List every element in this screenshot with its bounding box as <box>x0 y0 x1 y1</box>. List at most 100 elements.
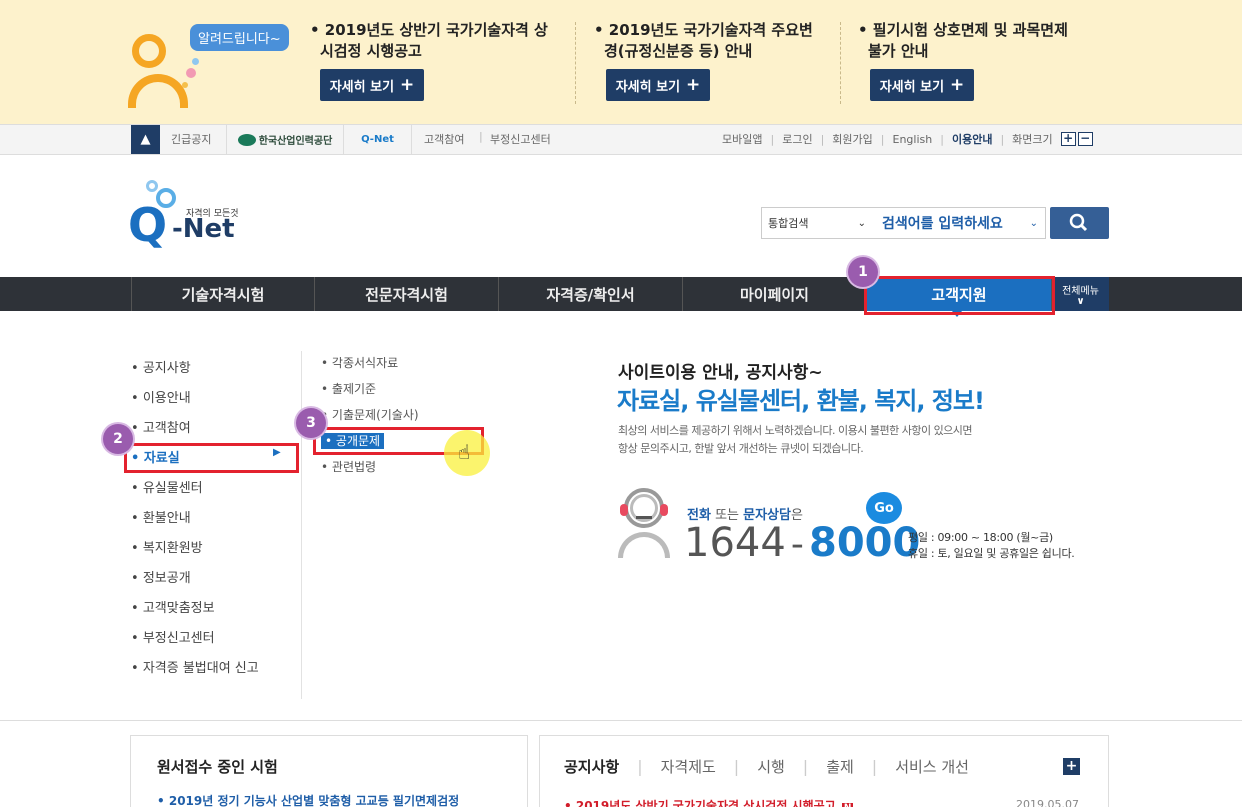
plus-icon: + <box>950 75 965 95</box>
menu-item-disclosure[interactable]: • 정보공개 <box>131 567 299 597</box>
logo-bubble-icon <box>146 180 158 192</box>
submenu-criteria[interactable]: • 출제기준 <box>321 380 481 406</box>
notice-banner: 알려드립니다~ • 2019년도 상반기 국가기술자격 상 시검정 시행공고 자… <box>0 0 1242 124</box>
signup-link[interactable]: 회원가입 <box>832 131 872 147</box>
menu-item-custom-info[interactable]: • 고객맞춤정보 <box>131 597 299 627</box>
step-badge-3: 3 <box>296 408 326 438</box>
all-menu-button[interactable]: 전체메뉴 ∨ <box>1052 277 1109 311</box>
notice-title-line1[interactable]: • 2019년도 국가기술자격 주요변 <box>594 20 834 41</box>
divider <box>575 22 576 104</box>
highlight-box-1 <box>864 276 1055 315</box>
hrdk-logo-icon <box>237 133 256 146</box>
menu-divider <box>301 351 302 699</box>
notice-detail-button-3[interactable]: 자세히 보기 + <box>870 69 974 101</box>
menu-item-refund[interactable]: • 환불안내 <box>131 507 299 537</box>
urgent-notice-link[interactable]: 긴급공지 <box>171 131 211 147</box>
detail-button-label: 자세히 보기 <box>615 79 681 95</box>
open-applications-box: 원서접수 중인 시험 • 2019년 정기 기능사 산업별 맞춤형 고교등 필기… <box>130 735 528 807</box>
global-nav: 기술자격시험 전문자격시험 자격증/확인서 마이페이지 고객지원 전체메뉴 ∨ <box>0 277 1242 311</box>
menu-item-fraud-center[interactable]: • 부정신고센터 <box>131 627 299 657</box>
fraud-report-link[interactable]: 부정신고센터 <box>490 131 551 147</box>
notice-title-line2[interactable]: 시검정 시행공고 <box>310 41 560 62</box>
gnb-mypage[interactable]: 마이페이지 <box>683 277 867 311</box>
search-button[interactable] <box>1050 207 1109 239</box>
notice-title-line1[interactable]: • 2019년도 상반기 국가기술자격 상 <box>310 20 560 41</box>
chevron-down-icon: ⌄ <box>857 217 866 229</box>
phone-number: 1644 - 8000 <box>684 520 921 566</box>
qnet-link[interactable]: Q-Net <box>344 125 412 154</box>
zoom-in-button[interactable]: + <box>1060 132 1076 146</box>
notice-item-2: • 2019년도 국가기술자격 주요변 경(규정신분증 등) 안내 <box>594 20 834 62</box>
logo-q: Q <box>128 198 168 252</box>
tab-service[interactable]: 서비스 개선 <box>895 756 969 777</box>
search-scope-select[interactable]: 통합검색 ⌄ <box>762 208 872 238</box>
gnb-pro-cert[interactable]: 전문자격시험 <box>315 277 499 311</box>
new-badge: N <box>841 803 854 807</box>
step-badge-1: 1 <box>848 257 878 287</box>
notice-title-line2[interactable]: 불가 안내 <box>858 41 1108 62</box>
zoom-out-button[interactable]: − <box>1077 132 1093 146</box>
english-link[interactable]: English <box>893 133 933 146</box>
notice-detail-button-1[interactable]: 자세히 보기 + <box>320 69 424 101</box>
hrdk-link[interactable]: 한국산업인력공단 <box>226 125 344 154</box>
search-icon <box>1069 213 1088 232</box>
headset-icon <box>616 486 674 558</box>
notice-item-3: • 필기시험 상호면제 및 과목면제 불가 안내 <box>858 20 1108 62</box>
mascot-icon <box>128 30 199 110</box>
go-label: Go <box>874 500 894 516</box>
search-input[interactable]: 검색어를 입력하세요 ⌄ <box>874 208 1046 238</box>
more-button[interactable]: + <box>1063 758 1080 775</box>
gnb-tech-cert[interactable]: 기술자격시험 <box>131 277 315 311</box>
tab-questions[interactable]: 출제 <box>826 756 854 777</box>
screen-size-label: 화면크기 <box>1012 133 1053 146</box>
open-application-item[interactable]: • 2019년 정기 기능사 산업별 맞춤형 고교등 필기면제검정 <box>157 792 459 807</box>
promo-headline: 자료실, 유실물센터, 환불, 복지, 정보! <box>617 387 985 415</box>
separator: | <box>479 130 483 143</box>
search-scope-label: 통합검색 <box>768 217 809 230</box>
tab-notice[interactable]: 공지사항 <box>564 756 619 777</box>
search-box: 통합검색 ⌄ 검색어를 입력하세요 ⌄ <box>761 207 1046 239</box>
highlight-box-2 <box>124 443 299 473</box>
menu-item-welfare[interactable]: • 복지환원방 <box>131 537 299 567</box>
login-link[interactable]: 로그인 <box>782 131 812 147</box>
qnet-label: Q-Net <box>361 134 394 145</box>
hours-weekday: 평일 : 09:00 ~ 18:00 (월~금) <box>908 531 1053 544</box>
logo-name: -Net <box>172 214 235 244</box>
mobile-app-link[interactable]: 모바일앱 <box>722 131 762 147</box>
step-badge-2: 2 <box>103 424 133 454</box>
notice-title-line1[interactable]: • 필기시험 상호면제 및 과목면제 <box>858 20 1108 41</box>
customer-participation-link[interactable]: 고객참여 <box>424 131 464 147</box>
usage-guide-link[interactable]: 이용안내 <box>952 131 992 147</box>
notice-detail-button-2[interactable]: 자세히 보기 + <box>606 69 710 101</box>
collapse-banner-button[interactable]: ▲ <box>131 125 160 154</box>
utility-bar: ▲ 긴급공지 한국산업인력공단 Q-Net 고객참여 | 부정신고센터 모바일앱… <box>0 124 1242 155</box>
notice-tabs: 공지사항 | 자격제도 | 시행 | 출제 | 서비스 개선 <box>564 756 969 777</box>
search-placeholder: 검색어를 입력하세요 <box>882 216 1003 232</box>
menu-item-guide[interactable]: • 이용안내 <box>131 387 299 417</box>
notice-title-line2[interactable]: 경(규정신분증 등) 안내 <box>594 41 834 62</box>
menu-item-illegal-lending[interactable]: • 자격증 불법대여 신고 <box>131 657 299 687</box>
gnb-certificate[interactable]: 자격증/확인서 <box>499 277 683 311</box>
menu-item-notice[interactable]: • 공지사항 <box>131 357 299 387</box>
mascot-bubble: 알려드립니다~ <box>190 24 289 51</box>
hand-cursor-icon: ☝ <box>458 440 471 464</box>
all-menu-label: 전체메뉴 <box>1062 285 1099 297</box>
submenu-forms[interactable]: • 각종서식자료 <box>321 354 481 380</box>
chevron-down-icon: ⌄ <box>1029 217 1038 229</box>
open-applications-title: 원서접수 중인 시험 <box>157 758 278 776</box>
promo-heading: 사이트이용 안내, 공지사항~ <box>618 363 823 383</box>
tab-system[interactable]: 자격제도 <box>661 756 716 777</box>
qnet-logo[interactable]: Q 자격의 모든것 -Net <box>128 178 248 254</box>
tab-implementation[interactable]: 시행 <box>757 756 785 777</box>
promo-desc-1: 최상의 서비스를 제공하기 위해서 노력하겠습니다. 이용시 불편한 사항이 있… <box>618 424 973 437</box>
notice-tabs-box: 공지사항 | 자격제도 | 시행 | 출제 | 서비스 개선 + • 2019년도 상반… <box>539 735 1109 807</box>
notice-list-item[interactable]: • 2019년도 상반기 국가기술자격 상시검정 시행공고 N <box>564 797 854 807</box>
notice-item-1: • 2019년도 상반기 국가기술자격 상 시검정 시행공고 <box>310 20 560 62</box>
plus-icon: + <box>686 75 701 95</box>
detail-button-label: 자세히 보기 <box>879 79 945 95</box>
notice-date: 2019.05.07 <box>1016 798 1079 807</box>
menu-level1: • 공지사항 • 이용안내 • 고객참여 • 자료실 ▶ • 유실물센터 • 환불… <box>131 357 299 687</box>
divider <box>840 22 841 104</box>
hrdk-label: 한국산업인력공단 <box>258 136 333 147</box>
menu-item-lost-found[interactable]: • 유실물센터 <box>131 477 299 507</box>
